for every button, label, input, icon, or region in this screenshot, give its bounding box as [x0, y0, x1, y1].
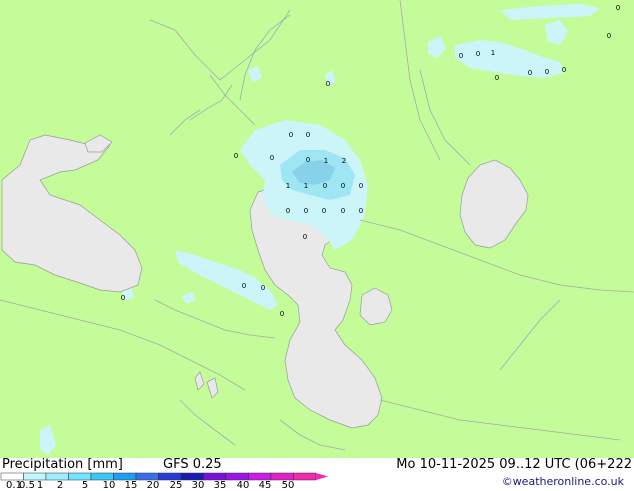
model-name: GFS 0.25: [163, 457, 222, 472]
scale-swatch: [90, 472, 114, 481]
station-value: 0: [326, 80, 330, 88]
station-value: 0: [322, 207, 326, 215]
station-value: 0: [607, 32, 611, 40]
station-value: 0: [289, 131, 293, 139]
scale-swatch: [248, 472, 272, 481]
station-value: 0: [323, 182, 327, 190]
station-value: 0: [286, 207, 290, 215]
station-value: 0: [280, 310, 284, 318]
station-value: 0: [261, 284, 265, 292]
station-value: 0: [306, 131, 310, 139]
station-value: 0: [341, 182, 345, 190]
scale-arrow: [316, 473, 328, 480]
scale-swatch: [45, 472, 69, 481]
legend-title: Precipitation [mm]: [2, 457, 123, 472]
station-value: 0: [306, 156, 310, 164]
scale-swatch: [23, 472, 47, 481]
credit-link[interactable]: ©weatheronline.co.uk: [502, 475, 624, 489]
station-value: 0: [303, 233, 307, 241]
station-value: 1: [324, 157, 328, 165]
station-value: 0: [359, 207, 363, 215]
scale-swatch: [158, 472, 182, 481]
station-value: 0: [545, 68, 549, 76]
station-value: 0: [459, 52, 463, 60]
scale-swatch: [270, 472, 294, 481]
station-value: 1: [491, 49, 495, 57]
station-value: 0: [528, 69, 532, 77]
scale-swatch: [180, 472, 204, 481]
scale-swatch: [293, 472, 317, 481]
station-value: 0: [121, 294, 125, 302]
forecast-datetime: Mo 10-11-2025 09..12 UTC (06+222: [396, 457, 632, 472]
station-value: 0: [341, 207, 345, 215]
scale-swatch: [113, 472, 137, 481]
station-value: 0: [476, 50, 480, 58]
scale-swatch: [135, 472, 159, 481]
scale-swatch: [68, 472, 92, 481]
station-value: 1: [304, 182, 308, 190]
station-value: 0: [616, 4, 620, 12]
station-value: 2: [342, 157, 346, 165]
station-value: 0: [234, 152, 238, 160]
station-value: 0: [242, 282, 246, 290]
scale-swatch: [225, 472, 249, 481]
precipitation-map: 0 0 1 0 0 0 0 0 0 0 0 0 1 2 1 1 0 0 0 0 …: [0, 0, 634, 458]
station-value: 0: [270, 154, 274, 162]
map-canvas: 0 0 1 0 0 0 0 0 0 0 0 0 1 2 1 1 0 0 0 0 …: [0, 0, 634, 458]
scale-swatch: [203, 472, 227, 481]
legend-bar: Precipitation [mm] GFS 0.25 Mo 10-11-202…: [0, 457, 634, 491]
station-value: 0: [562, 66, 566, 74]
station-value: 1: [286, 182, 290, 190]
station-value: 0: [304, 207, 308, 215]
station-value: 0: [359, 182, 363, 190]
scale-swatch: [0, 472, 24, 481]
station-value: 0: [495, 74, 499, 82]
